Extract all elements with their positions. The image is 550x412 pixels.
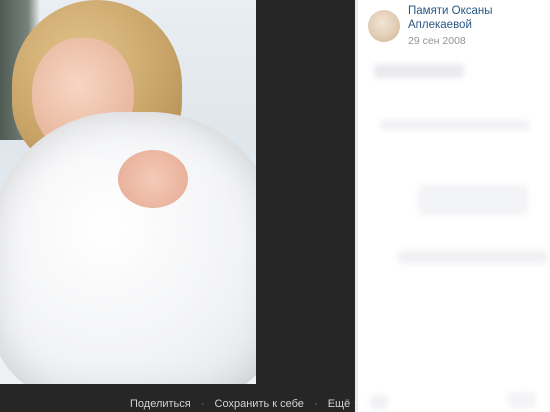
blurred-content (398, 250, 548, 264)
blurred-content (370, 395, 388, 409)
blurred-content (374, 64, 464, 78)
blurred-content (380, 120, 530, 130)
blurred-content (508, 392, 536, 408)
photo-viewer: Поделиться · Сохранить к себе · Ещё (0, 0, 362, 412)
author-block: Памяти Оксаны Аплекаевой 29 сен 2008 (368, 5, 550, 47)
save-to-self-button[interactable]: Сохранить к себе (215, 398, 304, 410)
avatar[interactable] (368, 10, 400, 42)
blurred-content (418, 185, 528, 215)
share-button[interactable]: Поделиться (130, 398, 191, 410)
separator-dot: · (200, 398, 205, 410)
separator-dot: · (313, 398, 318, 410)
more-label: Ещё (327, 398, 351, 410)
photo-hand (118, 150, 188, 208)
post-date: 29 сен 2008 (408, 35, 466, 47)
author-name-link[interactable]: Памяти Оксаны Аплекаевой (408, 4, 550, 32)
sidebar: Памяти Оксаны Аплекаевой 29 сен 2008 (358, 0, 550, 412)
photo[interactable] (0, 0, 256, 384)
photo-actions-bar: Поделиться · Сохранить к себе · Ещё (130, 398, 362, 412)
photo-fur-coat (0, 112, 256, 384)
